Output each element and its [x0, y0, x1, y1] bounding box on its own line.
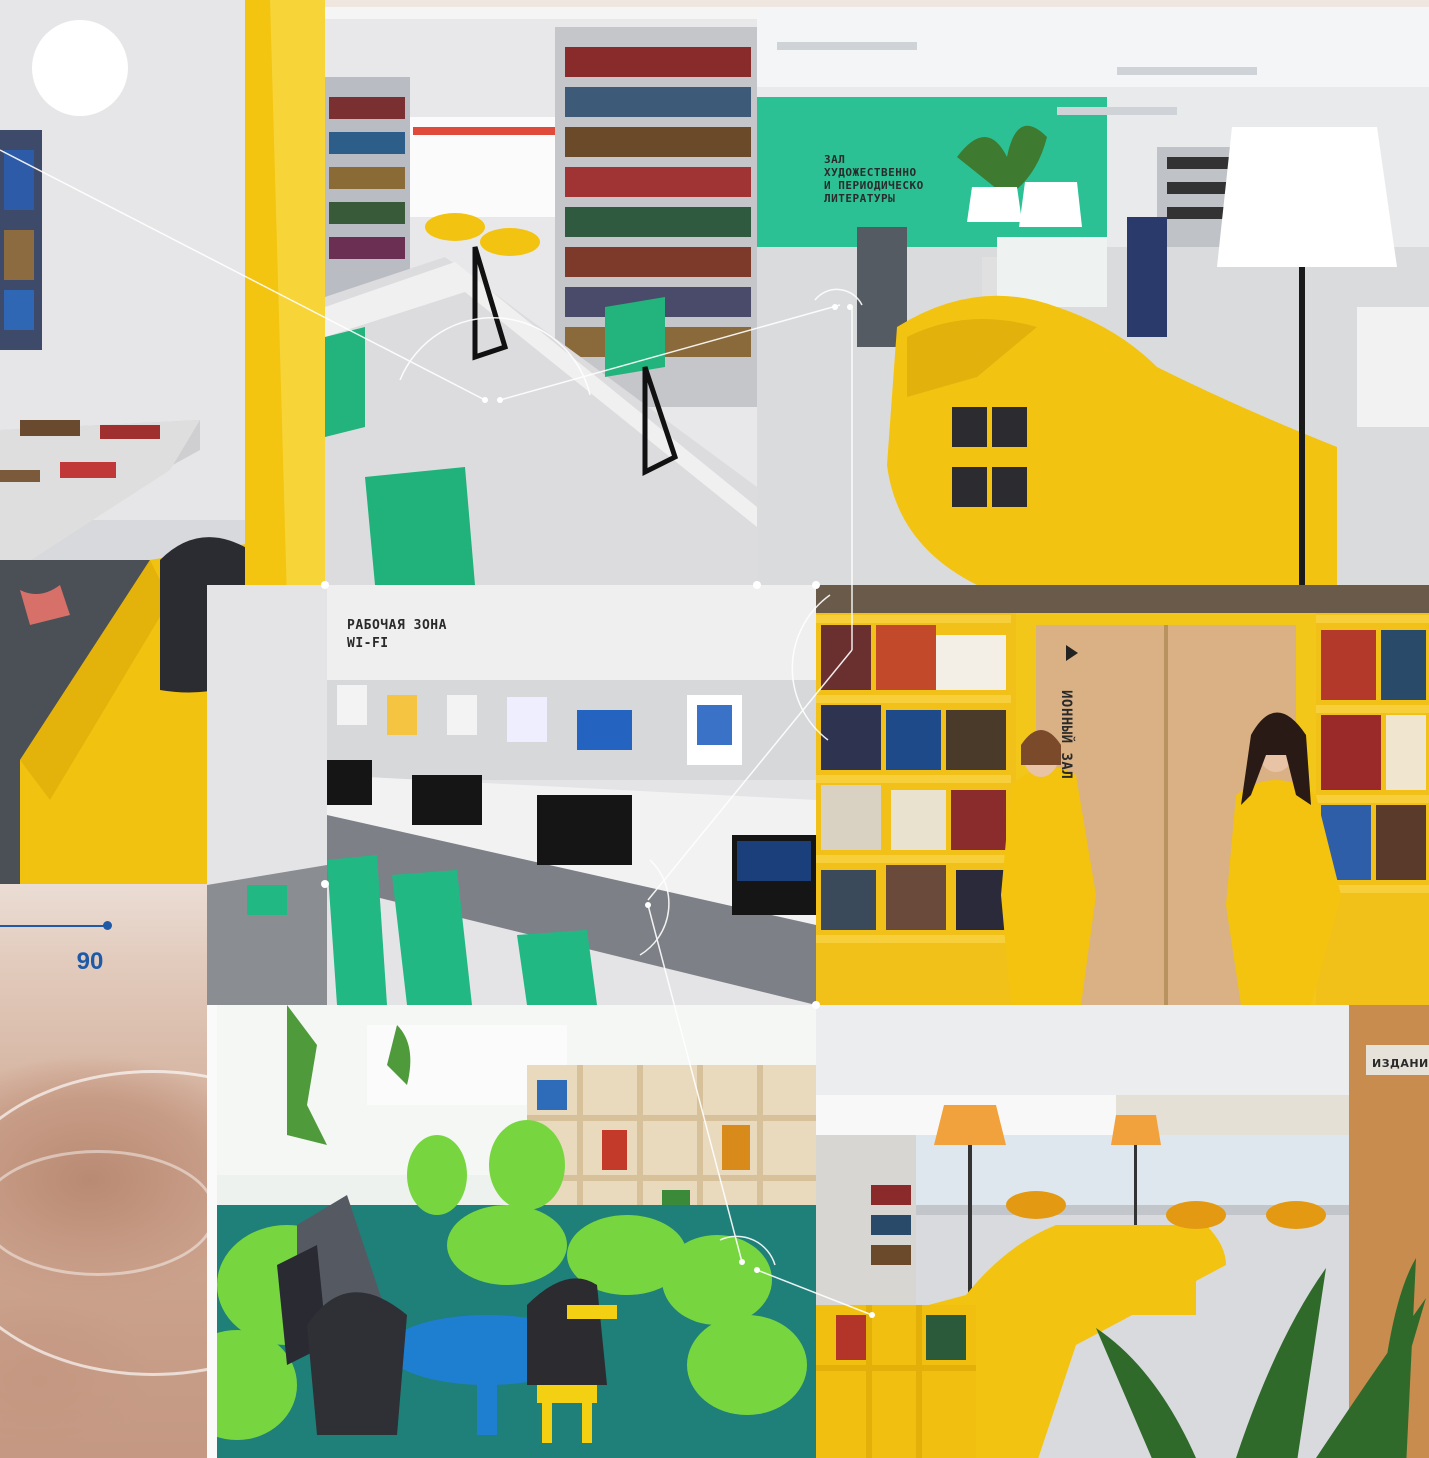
page-number-rule-dot: [103, 921, 112, 930]
fiction-hall-sign-line-1: ЗАЛ: [824, 153, 846, 166]
work-zone-wifi: WI-FI: [347, 636, 389, 651]
periodicals-label: ИЗДАНИЯ: [1372, 1055, 1429, 1073]
work-zone-title: РАБОЧАЯ ЗОНА: [347, 618, 447, 633]
work-zone-sign: РАБОЧАЯ ЗОНА WI-FI: [347, 617, 447, 653]
photo-kids-zone: [207, 1005, 816, 1458]
fiction-hall-sign-line-4: ЛИТЕРАТУРЫ: [824, 192, 896, 205]
page-number: 90: [76, 948, 104, 975]
door-sign-label: ИОННЫЙ ЗАЛ: [1058, 690, 1074, 780]
fiction-hall-sign-line-2: ХУДОЖЕСТВЕННО: [824, 166, 917, 179]
photo-hall-entrance: [816, 585, 1429, 1005]
page-number-rule: [0, 925, 108, 927]
photo-reading-tables: [325, 7, 757, 585]
fiction-hall-sign: ЗАЛ ХУДОЖЕСТВЕННО И ПЕРИОДИЧЕСКО ЛИТЕРАТ…: [824, 153, 924, 205]
photo-computer-workstations: [207, 585, 816, 1005]
photo-fiction-hall: [757, 7, 1429, 585]
photo-periodicals-area: [816, 1005, 1429, 1458]
fiction-hall-sign-line-3: И ПЕРИОДИЧЕСКО: [824, 179, 924, 192]
door-sign: ИОННЫЙ ЗАЛ: [1057, 690, 1075, 779]
periodicals-label-text: ИЗДАНИЯ: [1372, 1057, 1429, 1070]
